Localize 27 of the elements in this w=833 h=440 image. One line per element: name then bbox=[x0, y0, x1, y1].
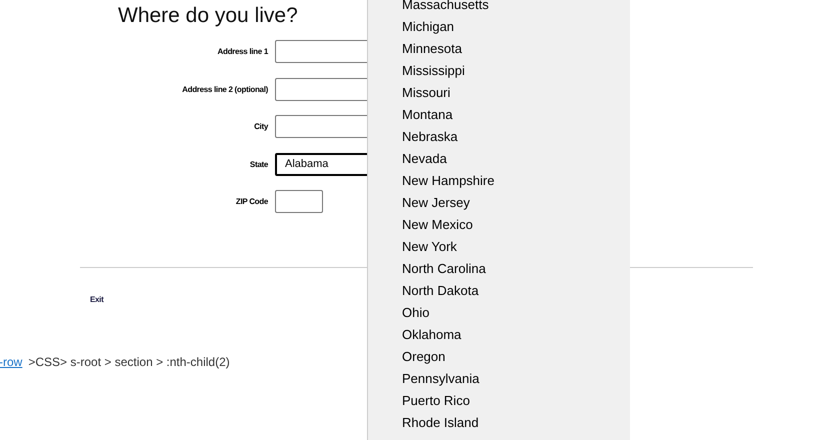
dropdown-option[interactable]: Nebraska bbox=[368, 129, 630, 151]
dropdown-option[interactable]: North Dakota bbox=[368, 283, 630, 305]
dropdown-option[interactable]: Ohio bbox=[368, 305, 630, 327]
dropdown-option[interactable]: Rhode Island bbox=[368, 415, 630, 437]
field-label: Address line 1 bbox=[218, 47, 268, 56]
dropdown-option[interactable]: Puerto Rico bbox=[368, 393, 630, 415]
field-label: State bbox=[250, 160, 268, 168]
dropdown-option[interactable]: Michigan bbox=[368, 19, 630, 41]
dropdown-option[interactable]: Pennsylvania bbox=[368, 371, 630, 393]
dropdown-option[interactable]: Oklahoma bbox=[368, 327, 630, 349]
dropdown-option[interactable]: New Jersey bbox=[368, 195, 630, 217]
dropdown-option[interactable]: Missouri bbox=[368, 85, 630, 107]
dropdown-option[interactable]: New Mexico bbox=[368, 217, 630, 239]
css-selector-path: >CSS> s-root > section > :nth-child(2) bbox=[28, 355, 230, 369]
dropdown-option[interactable]: Mississippi bbox=[368, 63, 630, 85]
page-heading: Where do you live? bbox=[118, 3, 298, 29]
dropdown-option[interactable]: Oregon bbox=[368, 349, 630, 371]
dropdown-option[interactable]: Minnesota bbox=[368, 41, 630, 63]
field-label: ZIP Code bbox=[236, 197, 268, 206]
field-label: Address line 2 (optional) bbox=[182, 84, 268, 94]
dropdown-option[interactable]: New Hampshire bbox=[368, 173, 630, 195]
dropdown-option[interactable]: North Carolina bbox=[368, 261, 630, 283]
field-label: City bbox=[254, 122, 268, 131]
zip-code-field[interactable] bbox=[275, 190, 323, 213]
dropdown-option[interactable]: New York bbox=[368, 239, 630, 261]
exit-link[interactable]: Exit bbox=[90, 295, 104, 304]
dropdown-option[interactable]: Montana bbox=[368, 107, 630, 129]
